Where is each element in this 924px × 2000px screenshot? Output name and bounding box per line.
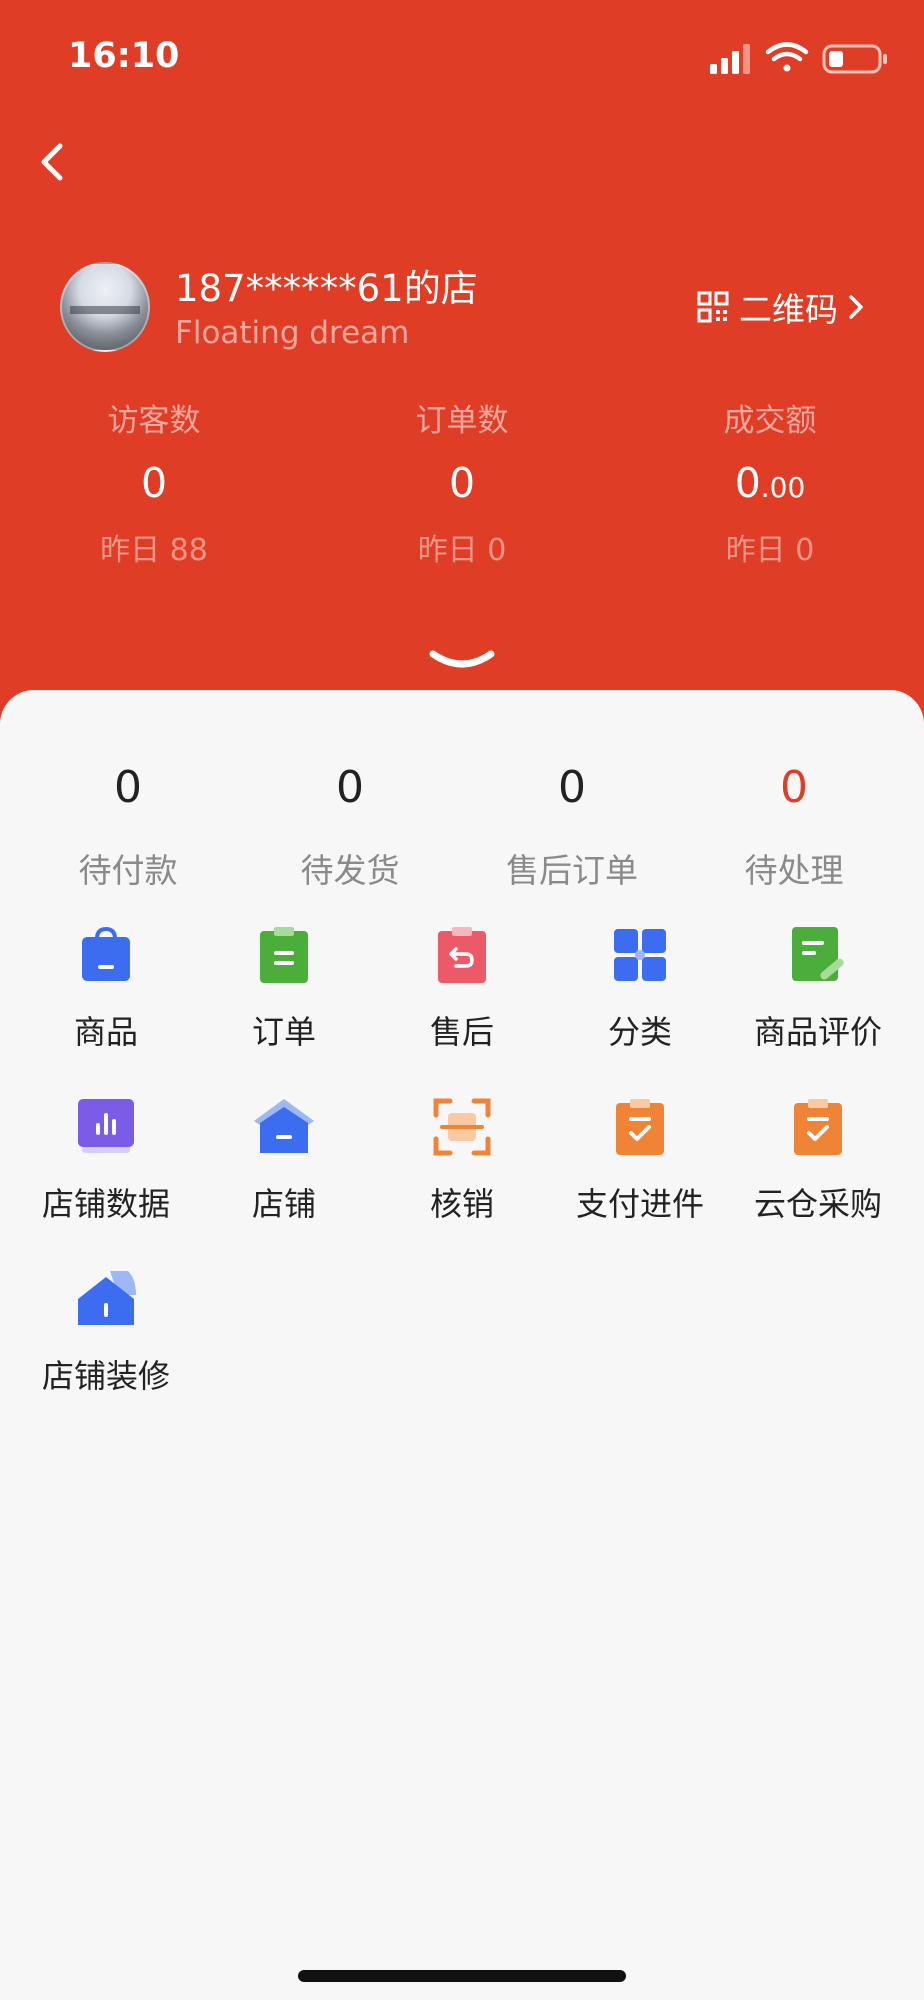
count-label: 待处理 — [744, 851, 844, 890]
menu-label: 订单 — [251, 1013, 316, 1051]
order-counts: 0 待付款 0 待发货 0 售后订单 0 待处理 — [17, 762, 907, 892]
qr-code-button[interactable]: 二维码 — [697, 283, 866, 331]
stats-row: 访客数 0 昨日 88 订单数 0 昨日 0 成交额 0.00 昨日 0 — [0, 395, 924, 569]
stat-label: 订单数 — [415, 403, 509, 439]
category-grid-icon — [614, 929, 666, 981]
stat-yesterday: 昨日 88 — [100, 533, 208, 568]
scan-frame-icon — [433, 1098, 491, 1156]
return-clipboard-icon — [438, 927, 486, 983]
shop-name: 187******61的店 — [175, 267, 478, 310]
purchase-clipboard-icon — [794, 1099, 842, 1155]
count-after-sales[interactable]: 0 售后订单 — [461, 762, 683, 892]
dashboard-panel: 0 待付款 0 待发货 0 售后订单 0 待处理 商品 订单 售后 分类 商品评… — [0, 690, 924, 2000]
menu-label: 售后 — [429, 1013, 494, 1051]
count-pending-shipment[interactable]: 0 待发货 — [239, 762, 461, 892]
battery-icon — [822, 44, 887, 74]
menu-label: 核销 — [429, 1185, 494, 1223]
stat-yesterday: 昨日 0 — [725, 533, 815, 568]
signal-icon — [710, 44, 750, 74]
count-pending-payment[interactable]: 0 待付款 — [17, 762, 239, 892]
count-value: 0 — [114, 762, 142, 813]
qr-label: 二维码 — [739, 290, 838, 329]
chevron-down-icon[interactable] — [429, 648, 495, 672]
menu-item-shop[interactable]: 店铺 — [195, 1097, 373, 1269]
menu-item-reviews[interactable]: 商品评价 — [729, 925, 907, 1097]
count-value: 0 — [336, 762, 364, 813]
stat-yesterday: 昨日 0 — [417, 533, 507, 568]
stat-value: 0.00 — [734, 459, 806, 507]
menu-item-after-sales[interactable]: 售后 — [373, 925, 551, 1097]
menu-label: 分类 — [607, 1013, 672, 1051]
menu-item-categories[interactable]: 分类 — [551, 925, 729, 1097]
stat-orders[interactable]: 订单数 0 昨日 0 — [308, 395, 616, 569]
back-icon[interactable] — [30, 130, 80, 190]
menu-label: 支付进件 — [575, 1185, 704, 1223]
bar-chart-icon — [78, 1099, 134, 1153]
menu-item-cloud-purchase[interactable]: 云仓采购 — [729, 1097, 907, 1269]
menu-label: 云仓采购 — [753, 1185, 882, 1223]
order-clipboard-icon — [260, 927, 308, 983]
home-indicator — [298, 1970, 626, 1982]
count-label: 待发货 — [300, 851, 400, 890]
status-time: 16:10 — [68, 36, 180, 76]
shop-avatar[interactable] — [60, 262, 150, 352]
stat-value: 0 — [448, 459, 476, 507]
menu-label: 商品 — [73, 1013, 138, 1051]
shop-header: 16:10 187******61的店 Floating dream 二维码 访… — [0, 0, 924, 720]
shopping-bag-icon — [82, 926, 130, 981]
stat-label: 成交额 — [723, 403, 817, 439]
qr-code-icon — [697, 291, 729, 323]
stat-label: 访客数 — [107, 403, 201, 439]
menu-item-products[interactable]: 商品 — [17, 925, 195, 1097]
menu-grid: 商品 订单 售后 分类 商品评价 店铺数据 店铺 核销 支付进件 云仓采购 店铺… — [17, 925, 907, 1441]
stat-value: 0 — [140, 459, 168, 507]
menu-label: 店铺数据 — [41, 1185, 170, 1223]
menu-item-orders[interactable]: 订单 — [195, 925, 373, 1097]
count-label: 售后订单 — [506, 851, 638, 890]
stat-revenue[interactable]: 成交额 0.00 昨日 0 — [616, 395, 924, 569]
menu-label: 店铺装修 — [41, 1357, 170, 1395]
menu-item-shop-data[interactable]: 店铺数据 — [17, 1097, 195, 1269]
count-value: 0 — [780, 762, 808, 813]
chevron-right-icon — [849, 295, 863, 319]
menu-item-verification[interactable]: 核销 — [373, 1097, 551, 1269]
stat-visitors[interactable]: 访客数 0 昨日 88 — [0, 395, 308, 569]
count-value: 0 — [558, 762, 586, 813]
menu-item-payment-onboarding[interactable]: 支付进件 — [551, 1097, 729, 1269]
menu-item-shop-decoration[interactable]: 店铺装修 — [17, 1269, 195, 1441]
menu-label: 商品评价 — [753, 1013, 882, 1051]
count-pending-action[interactable]: 0 待处理 — [683, 762, 905, 892]
wifi-icon — [765, 42, 809, 72]
menu-label: 店铺 — [251, 1185, 316, 1223]
review-document-icon — [792, 927, 844, 981]
shop-subtitle: Floating dream — [175, 315, 410, 351]
shop-decoration-icon — [78, 1271, 136, 1325]
count-label: 待付款 — [78, 851, 178, 890]
store-icon — [254, 1099, 314, 1153]
payment-clipboard-icon — [616, 1099, 664, 1155]
status-icons — [710, 42, 887, 74]
